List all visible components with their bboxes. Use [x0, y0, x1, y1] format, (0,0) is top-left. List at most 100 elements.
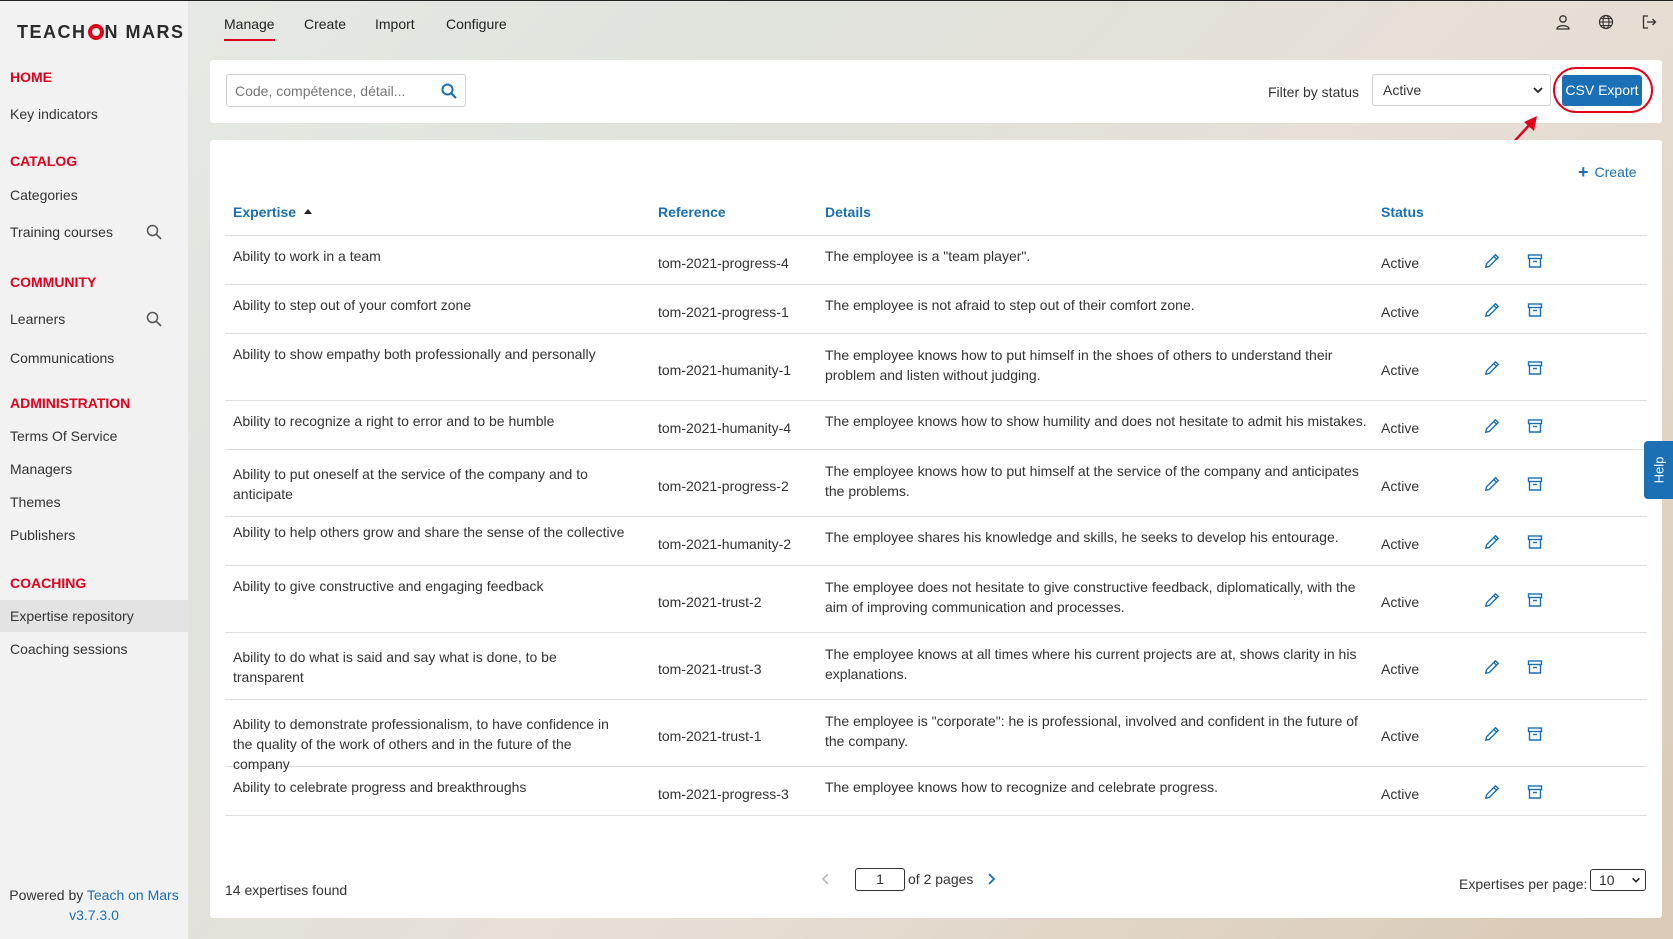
sidebar-item-label: Themes [10, 494, 61, 510]
sidebar-item-learners[interactable]: Learners [0, 303, 188, 335]
archive-icon[interactable] [1527, 659, 1543, 675]
edit-icon[interactable] [1484, 476, 1500, 492]
archive-icon[interactable] [1527, 534, 1543, 550]
sidebar-item-expertise-repository[interactable]: Expertise repository [0, 600, 188, 632]
edit-icon[interactable] [1484, 253, 1500, 269]
teach-on-mars-link[interactable]: Teach on Mars [87, 887, 179, 903]
edit-icon[interactable] [1484, 784, 1500, 800]
expertise-cell: Ability to demonstrate professionalism, … [233, 716, 609, 772]
edit-icon[interactable] [1484, 418, 1500, 434]
sort-ascending-icon [304, 209, 313, 214]
table-header: Expertise Reference Details Status [225, 204, 1647, 236]
sidebar-item-label: Training courses [10, 224, 113, 240]
archive-icon[interactable] [1527, 253, 1543, 269]
expertise-panel: + Create Expertise Reference Details Stat… [210, 140, 1662, 918]
expertise-cell: Ability to work in a team [233, 248, 381, 264]
table-row: Ability to demonstrate professionalism, … [225, 700, 1647, 772]
search-icon[interactable] [146, 224, 162, 240]
tab-create[interactable]: Create [304, 16, 346, 32]
column-expertise[interactable]: Expertise [233, 204, 313, 220]
edit-icon[interactable] [1484, 534, 1500, 550]
sidebar-item-communications[interactable]: Communications [0, 342, 188, 374]
sidebar-item-label: Communications [10, 350, 115, 366]
column-reference[interactable]: Reference [658, 204, 726, 220]
archive-icon[interactable] [1527, 476, 1543, 492]
sidebar-item-label: Publishers [10, 527, 76, 543]
column-expertise-label: Expertise [233, 204, 297, 220]
status-cell: Active [1381, 594, 1420, 610]
plus-icon: + [1578, 162, 1589, 182]
details-cell: The employee knows how to put himself at… [825, 463, 1359, 499]
chevron-left-icon[interactable] [820, 872, 832, 886]
details-cell: The employee is a "team player". [825, 248, 1031, 264]
globe-icon[interactable] [1598, 14, 1614, 30]
sidebar-item-categories[interactable]: Categories [0, 179, 188, 211]
archive-icon[interactable] [1527, 592, 1543, 608]
status-select[interactable]: Active [1372, 74, 1551, 106]
table-row: Ability to show empathy both professiona… [225, 334, 1647, 401]
page-count: of 2 pages [908, 871, 974, 887]
edit-icon[interactable] [1484, 659, 1500, 675]
reference-cell: tom-2021-progress-3 [658, 786, 789, 802]
reference-cell: tom-2021-trust-3 [658, 661, 762, 677]
status-cell: Active [1381, 362, 1420, 378]
archive-icon[interactable] [1527, 418, 1543, 434]
per-page-label: Expertises per page: [1459, 876, 1588, 892]
sidebar-item-label: Managers [10, 461, 73, 477]
edit-icon[interactable] [1484, 592, 1500, 608]
column-status[interactable]: Status [1381, 204, 1424, 220]
sidebar-item-managers[interactable]: Managers [0, 453, 188, 485]
status-cell: Active [1381, 728, 1420, 744]
tab-manage[interactable]: Manage [224, 16, 275, 41]
sidebar-item-terms-of-service[interactable]: Terms Of Service [0, 420, 188, 452]
reference-cell: tom-2021-trust-1 [658, 728, 762, 744]
search-icon[interactable] [441, 83, 457, 99]
edit-icon[interactable] [1484, 360, 1500, 376]
reference-cell: tom-2021-trust-2 [658, 594, 762, 610]
create-expertise-link[interactable]: + Create [1578, 162, 1637, 183]
archive-icon[interactable] [1527, 360, 1543, 376]
status-select-value: Active [1383, 82, 1422, 98]
archive-icon[interactable] [1527, 302, 1543, 318]
help-label: Help [1651, 456, 1666, 484]
edit-icon[interactable] [1484, 726, 1500, 742]
column-details[interactable]: Details [825, 204, 871, 220]
details-cell: The employee knows at all times where hi… [825, 646, 1357, 682]
details-cell: The employee knows how to recognize and … [825, 779, 1218, 795]
expertise-cell: Ability to step out of your comfort zone [233, 297, 472, 313]
logout-icon[interactable] [1641, 14, 1657, 30]
section-administration: ADMINISTRATION [10, 395, 131, 411]
table-row: Ability to recognize a right to error an… [225, 401, 1647, 450]
section-community: COMMUNITY [10, 274, 97, 290]
archive-icon[interactable] [1527, 726, 1543, 742]
edit-icon[interactable] [1484, 302, 1500, 318]
table-row: Ability to give constructive and engagin… [225, 566, 1647, 633]
status-cell: Active [1381, 536, 1420, 552]
user-icon[interactable] [1555, 14, 1571, 30]
tab-import[interactable]: Import [375, 16, 415, 32]
sidebar-item-key-indicators[interactable]: Key indicators [0, 98, 188, 130]
archive-icon[interactable] [1527, 784, 1543, 800]
sidebar-item-themes[interactable]: Themes [0, 486, 188, 518]
per-page-select[interactable]: 10 [1590, 869, 1646, 891]
highlight-circle [1553, 67, 1653, 113]
search-icon[interactable] [146, 311, 162, 327]
logo-planet-icon [87, 24, 104, 40]
expertise-cell: Ability to help others grow and share th… [233, 524, 625, 540]
help-tab[interactable]: Help [1644, 441, 1673, 499]
search-box[interactable] [226, 74, 466, 107]
sidebar-item-publishers[interactable]: Publishers [0, 519, 188, 551]
status-cell: Active [1381, 255, 1420, 271]
search-input[interactable] [227, 75, 432, 106]
sidebar-item-training-courses[interactable]: Training courses [0, 216, 188, 248]
section-catalog: CATALOG [10, 153, 78, 169]
reference-cell: tom-2021-progress-1 [658, 304, 789, 320]
chevron-down-icon [1533, 87, 1543, 94]
chevron-right-icon[interactable] [985, 872, 997, 886]
sidebar-item-coaching-sessions[interactable]: Coaching sessions [0, 633, 188, 665]
per-page-value: 10 [1599, 872, 1615, 888]
teach-on-mars-logo[interactable]: TEACH N MARS [17, 22, 185, 43]
tab-configure[interactable]: Configure [446, 16, 507, 32]
page-input[interactable]: 1 [855, 868, 905, 891]
sidebar-item-label: Coaching sessions [10, 641, 128, 657]
